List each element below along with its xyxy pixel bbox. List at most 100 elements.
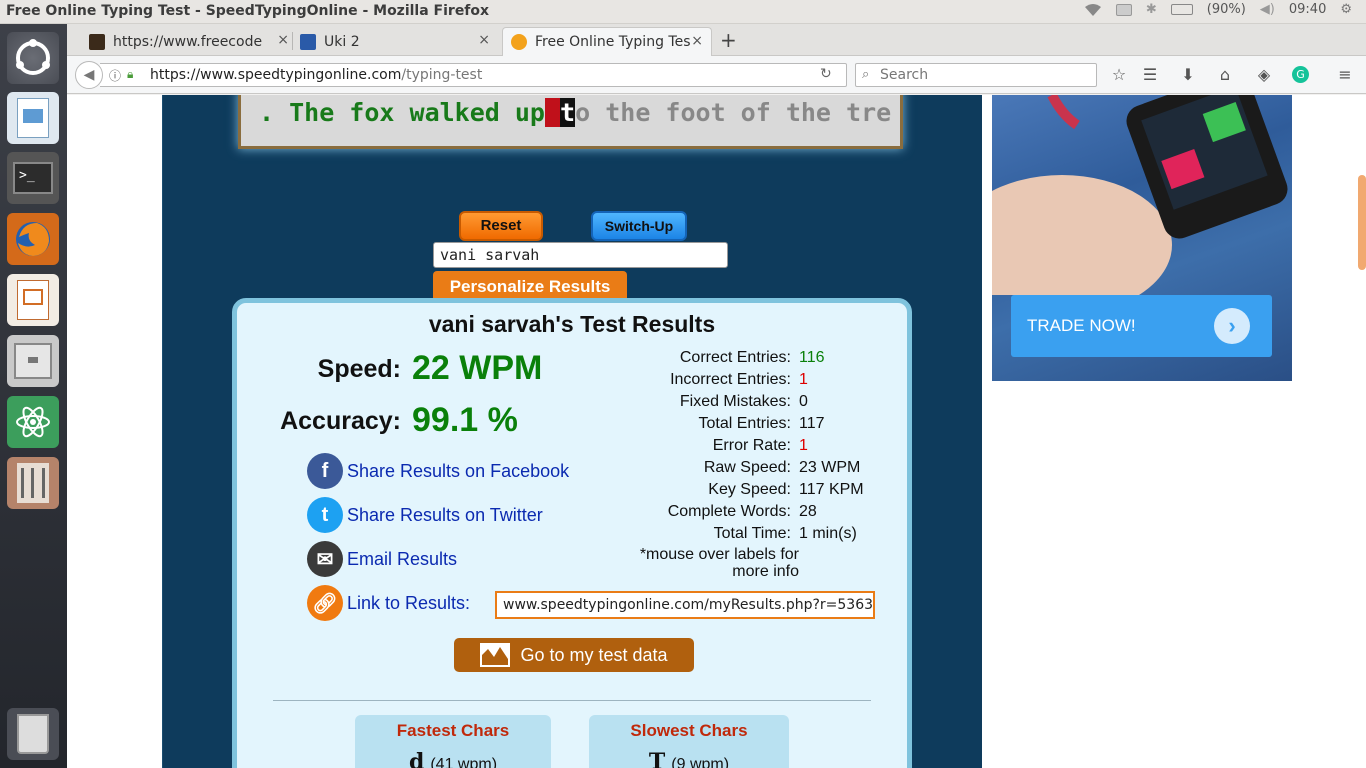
- tab-label: Free Online Typing Tes: [535, 34, 691, 50]
- stat-key[interactable]: Total Entries:: [637, 413, 799, 435]
- share-facebook-link[interactable]: f Share Results on Facebook: [307, 453, 569, 489]
- stat-key[interactable]: Raw Speed:: [637, 457, 799, 479]
- web-page: . The fox walked up to the foot of the t…: [67, 95, 1366, 768]
- reading-list-icon[interactable]: ☰: [1140, 65, 1160, 85]
- stats-table: Correct Entries: 116 Incorrect Entries: 1 …: [637, 347, 887, 545]
- speedtyping-favicon-icon: [511, 34, 527, 50]
- stat-value: 0: [799, 393, 808, 410]
- home-icon[interactable]: ⌂: [1215, 65, 1235, 85]
- close-tab-icon[interactable]: ×: [478, 32, 490, 48]
- bookmark-star-icon[interactable]: ☆: [1109, 65, 1129, 85]
- stat-value: 1: [799, 437, 808, 454]
- facebook-icon: f: [307, 453, 343, 489]
- stat-key[interactable]: Error Rate:: [637, 435, 799, 457]
- share-twitter-link[interactable]: t Share Results on Twitter: [307, 497, 543, 533]
- stat-key[interactable]: Complete Words:: [637, 501, 799, 523]
- bluetooth-icon[interactable]: ✱: [1146, 2, 1157, 17]
- libreoffice-impress-icon[interactable]: [7, 274, 59, 326]
- trade-now-label: TRADE NOW!: [1027, 316, 1136, 335]
- reload-icon[interactable]: ↻: [820, 66, 832, 82]
- tab-strip: https://www.freecode × Uki 2 × Free Onli…: [67, 24, 1366, 56]
- typing-text-display: . The fox walked up to the foot of the t…: [238, 95, 903, 149]
- url-bar[interactable]: https://www.speedtypingonline.com/typing…: [100, 63, 847, 87]
- results-title: vani sarvah's Test Results: [428, 311, 716, 337]
- go-to-test-data-button[interactable]: Go to my test data: [454, 638, 694, 672]
- terminal-icon[interactable]: >_: [7, 152, 59, 204]
- name-field[interactable]: vani sarvah: [433, 242, 728, 268]
- results-link-field[interactable]: www.speedtypingonline.com/myResults.php?…: [495, 591, 875, 619]
- trade-now-button[interactable]: TRADE NOW! ›: [1011, 295, 1272, 357]
- search-icon: ⌕: [862, 67, 870, 82]
- firefox-icon[interactable]: [7, 213, 59, 265]
- search-input[interactable]: Search: [855, 63, 1097, 87]
- system-top-bar: Free Online Typing Test - SpeedTypingOnl…: [0, 0, 1366, 24]
- tab-uki-2[interactable]: Uki 2 ×: [292, 27, 498, 56]
- info-icon[interactable]: ⓘ: [109, 67, 121, 84]
- stat-key[interactable]: Fixed Mistakes:: [637, 391, 799, 413]
- ubuntu-dash-icon[interactable]: [7, 32, 59, 84]
- stat-value: 1: [799, 371, 808, 388]
- trash-icon[interactable]: [7, 708, 59, 760]
- accuracy-label[interactable]: Accuracy:: [251, 407, 401, 436]
- wifi-icon[interactable]: [1084, 3, 1102, 17]
- remaining-text: o the foot of the tre: [575, 98, 892, 127]
- accuracy-value: 99.1 %: [412, 401, 518, 439]
- freecodecamp-favicon-icon: [89, 33, 105, 50]
- link-to-results[interactable]: 🔗︎ Link to Results:: [307, 585, 470, 621]
- advertisement[interactable]: TRADE NOW! ›: [992, 95, 1292, 381]
- switch-up-button[interactable]: Switch-Up: [591, 211, 687, 241]
- close-tab-icon[interactable]: ×: [691, 33, 703, 49]
- stat-value: 117 KPM: [799, 481, 864, 498]
- url-host: https://www.speedtypingonline.com: [150, 67, 402, 83]
- fastest-chars-header: Fastest Chars: [396, 721, 510, 740]
- grammarly-icon[interactable]: G: [1292, 66, 1309, 83]
- tab-freecodecamp[interactable]: https://www.freecode ×: [81, 27, 297, 56]
- stat-key[interactable]: Correct Entries:: [637, 347, 799, 369]
- page-scrollbar[interactable]: [1358, 175, 1366, 270]
- error-char: [544, 98, 561, 127]
- new-tab-button[interactable]: +: [720, 28, 737, 52]
- mixer-settings-icon[interactable]: [7, 457, 59, 509]
- back-button[interactable]: ◀: [75, 61, 103, 89]
- twitter-icon: t: [307, 497, 343, 533]
- tab-typing-test[interactable]: Free Online Typing Tes ×: [502, 27, 712, 56]
- stat-value: 117: [799, 415, 825, 432]
- volume-icon[interactable]: ◀): [1260, 2, 1275, 17]
- email-results-link[interactable]: ✉ Email Results: [307, 541, 457, 577]
- libreoffice-draw-icon[interactable]: [7, 92, 59, 144]
- stat-key[interactable]: Key Speed:: [637, 479, 799, 501]
- fastest-chars-box: Fastest Chars d (41 wpm): [355, 715, 551, 768]
- menu-hamburger-icon[interactable]: ≡: [1335, 65, 1355, 85]
- stat-value: 28: [799, 503, 817, 520]
- speed-value: 22 WPM: [412, 349, 543, 387]
- results-panel: vani sarvah's Test Results Speed: 22 WPM…: [232, 298, 912, 768]
- share-twitter-label: Share Results on Twitter: [347, 504, 543, 525]
- slowest-chars-header: Slowest Chars: [630, 721, 748, 740]
- clock[interactable]: 09:40: [1289, 2, 1326, 17]
- close-tab-icon[interactable]: ×: [277, 32, 289, 48]
- link-chain-icon: 🔗︎: [307, 585, 343, 621]
- keyboard-icon[interactable]: [1115, 3, 1132, 16]
- speed-label[interactable]: Speed:: [251, 355, 401, 384]
- chevron-right-icon: ›: [1214, 308, 1250, 344]
- lock-icon[interactable]: 🔒︎: [127, 67, 133, 82]
- reset-button[interactable]: Reset: [459, 211, 543, 241]
- file-cabinet-icon[interactable]: [7, 335, 59, 387]
- settings-gear-icon[interactable]: ⚙: [1340, 2, 1352, 17]
- typing-test-panel: . The fox walked up to the foot of the t…: [162, 95, 982, 768]
- battery-level[interactable]: (90%): [1207, 2, 1246, 17]
- slowest-char-speed: (9 wpm): [671, 756, 730, 768]
- atom-icon[interactable]: [7, 396, 59, 448]
- fastest-char: d: [408, 749, 425, 768]
- url-path: /typing-test: [401, 67, 483, 83]
- slowest-chars-box: Slowest Chars T (9 wpm): [589, 715, 789, 768]
- email-results-label: Email Results: [347, 548, 458, 569]
- battery-icon[interactable]: [1170, 4, 1193, 15]
- stat-key[interactable]: Total Time:: [637, 523, 799, 545]
- stats-note: *mouse over labels for more info: [639, 546, 799, 580]
- back-arrow-icon: ◀: [83, 67, 95, 83]
- stat-key[interactable]: Incorrect Entries:: [637, 369, 799, 391]
- stat-row-key-speed: Key Speed: 117 KPM: [637, 479, 887, 501]
- pocket-icon[interactable]: ◈: [1254, 65, 1274, 85]
- download-icon[interactable]: ⬇: [1178, 65, 1198, 85]
